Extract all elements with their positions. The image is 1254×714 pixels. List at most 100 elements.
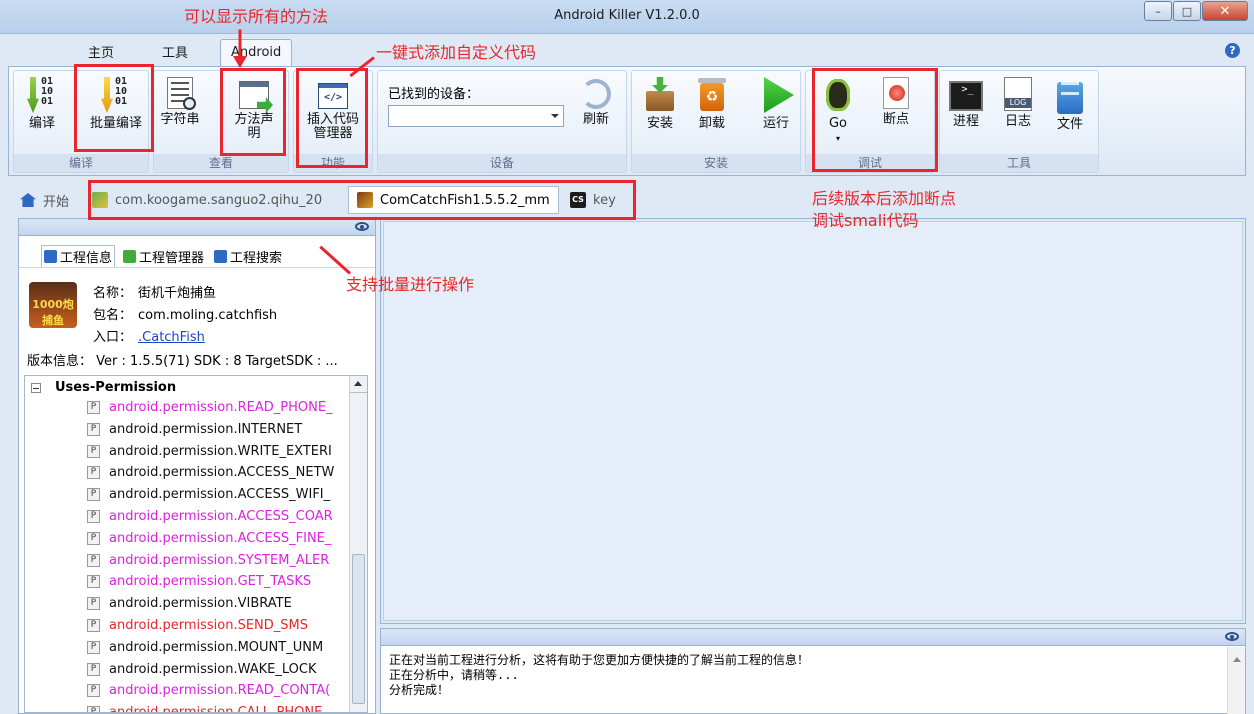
permission-item[interactable]: Pandroid.permission.ACCESS_NETW: [87, 465, 365, 480]
insert-code-manager-button[interactable]: </> 插入代码管理器: [302, 75, 364, 141]
tab-android[interactable]: Android: [220, 39, 293, 67]
strings-icon: [167, 77, 196, 110]
eye-icon[interactable]: [1225, 632, 1239, 641]
permission-item[interactable]: Pandroid.permission.SYSTEM_ALER: [87, 553, 365, 568]
compile-button[interactable]: 01 10 01 编译: [20, 75, 64, 131]
document-tab-bar: 开始 com.koogame.sanguo2.qihu_20 ComCatchF…: [8, 178, 1246, 218]
app-tab-icon: [92, 192, 108, 208]
permission-item[interactable]: Pandroid.permission.WAKE_LOCK: [87, 662, 365, 677]
tree-root-uses-permission[interactable]: Uses-Permission: [31, 380, 176, 395]
note-breakpoint-1: 后续版本后添加断点: [812, 189, 957, 208]
subtab-project-manager[interactable]: 工程管理器: [121, 245, 206, 267]
home-icon: [20, 193, 36, 207]
process-button[interactable]: >_ 进程: [944, 75, 988, 129]
found-devices-label: 已找到的设备：: [388, 87, 480, 102]
android-icon: [123, 249, 137, 263]
note-insert-code: 一键式添加自定义代码: [376, 43, 537, 62]
group-label-function: 功能: [294, 154, 372, 172]
scroll-up-icon[interactable]: [350, 376, 367, 393]
permission-item[interactable]: Pandroid.permission.INTERNET: [87, 422, 365, 437]
permission-item[interactable]: Pandroid.permission.MOUNT_UNM: [87, 640, 365, 655]
permission-item[interactable]: Pandroid.permission.ACCESS_FINE_: [87, 531, 365, 546]
permission-icon: P: [87, 597, 100, 611]
doc-tab-start[interactable]: 开始: [20, 186, 69, 214]
app-icon: 1000炮捕鱼: [29, 282, 77, 328]
permission-item[interactable]: Pandroid.permission.SEND_SMS: [87, 618, 365, 633]
batch-compile-icon: 01 10 01: [99, 77, 133, 113]
doc-tab-catchfish[interactable]: ComCatchFish1.5.5.2_mm: [348, 186, 559, 214]
subtab-project-info[interactable]: 工程信息: [41, 245, 116, 267]
help-icon[interactable]: ?: [1225, 43, 1240, 58]
note-batch-ops: 支持批量进行操作: [346, 275, 475, 294]
note-breakpoint-2: 调试smali代码: [812, 211, 919, 230]
doc-tab-sanguo[interactable]: com.koogame.sanguo2.qihu_20: [92, 186, 322, 214]
cs-file-icon: CS: [570, 192, 586, 208]
maximize-button[interactable]: □: [1173, 1, 1201, 21]
output-scrollbar[interactable]: [1227, 647, 1245, 714]
log-icon: LOG: [1004, 77, 1032, 111]
method-declaration-button[interactable]: 方法声明: [232, 75, 276, 141]
output-panel: 正在对当前工程进行分析，这将有助于您更加方便快捷的了解当前工程的信息！ 正在分析…: [380, 628, 1246, 714]
editor-area[interactable]: [383, 221, 1243, 621]
project-package-row: 包名： com.moling.catchfish: [93, 308, 278, 323]
group-function: </> 插入代码管理器 功能: [293, 70, 373, 173]
permission-item[interactable]: Pandroid.permission.READ_CONTA(: [87, 683, 365, 698]
install-button[interactable]: 安装: [638, 75, 682, 131]
group-label-view: 查看: [154, 154, 288, 172]
group-label-tools: 工具: [940, 154, 1098, 172]
log-button[interactable]: LOG 日志: [996, 75, 1040, 129]
uninstall-button[interactable]: ♻ 卸载: [690, 75, 734, 131]
permission-icon: P: [87, 575, 100, 589]
refresh-icon: [581, 79, 611, 109]
device-select[interactable]: [388, 105, 564, 127]
collapse-icon[interactable]: [31, 382, 41, 393]
breakpoint-button[interactable]: 断点: [874, 75, 918, 127]
window-controls: – □ ✕: [1143, 1, 1248, 21]
tab-home[interactable]: 主页: [88, 42, 114, 61]
permission-icon: P: [87, 662, 100, 676]
group-label-compile: 编译: [14, 154, 148, 172]
subtab-project-search[interactable]: 工程搜索: [212, 245, 284, 267]
permission-item[interactable]: Pandroid.permission.WRITE_EXTERI: [87, 444, 365, 459]
permission-item[interactable]: Pandroid.permission.CALL_PHONE: [87, 705, 365, 712]
scroll-thumb[interactable]: [352, 554, 365, 704]
batch-compile-button[interactable]: 01 10 01 批量编译: [90, 75, 142, 131]
eye-icon[interactable]: [355, 222, 369, 231]
output-log: 正在对当前工程进行分析，这将有助于您更加方便快捷的了解当前工程的信息！ 正在分析…: [389, 653, 810, 697]
refresh-button[interactable]: 刷新: [574, 75, 618, 127]
strings-button[interactable]: 字符串: [158, 75, 202, 127]
tree-scrollbar[interactable]: [349, 376, 367, 712]
permission-icon: P: [87, 444, 100, 458]
permission-item[interactable]: Pandroid.permission.VIBRATE: [87, 596, 365, 611]
group-label-install: 安装: [632, 154, 800, 172]
install-icon: [643, 77, 677, 113]
project-entry-row: 入口： .CatchFish: [93, 330, 205, 345]
compile-icon: 01 10 01: [25, 77, 59, 113]
terminal-icon: >_: [949, 81, 983, 111]
close-button[interactable]: ✕: [1202, 1, 1248, 21]
permission-item[interactable]: Pandroid.permission.ACCESS_WIFI_: [87, 487, 365, 502]
file-button[interactable]: 文件: [1048, 75, 1092, 132]
doc-tab-key[interactable]: CS key: [570, 186, 616, 214]
ribbon: 01 10 01 编译 01 10 01 批量编译 编译 字符串 方法声明 查看 </>…: [8, 66, 1246, 176]
project-info: 1000炮捕鱼 名称： 街机千炮捕鱼 包名： com.moling.catchfis…: [19, 267, 375, 369]
bug-icon: [821, 77, 855, 113]
permission-icon: P: [87, 422, 100, 436]
permission-item[interactable]: Pandroid.permission.READ_PHONE_: [87, 400, 365, 415]
entry-link[interactable]: .CatchFish: [138, 330, 205, 345]
permission-item[interactable]: Pandroid.permission.GET_TASKS: [87, 574, 365, 589]
go-debug-button[interactable]: Go ▾: [816, 75, 860, 146]
permission-icon: P: [87, 510, 100, 523]
permission-item[interactable]: Pandroid.permission.ACCESS_COAR: [87, 509, 365, 524]
recycle-icon: ♻: [695, 77, 729, 113]
project-name-row: 名称： 街机千炮捕鱼: [93, 286, 217, 301]
project-panel: 工程信息 工程管理器 工程搜索 1000炮捕鱼 名称： 街机千炮捕鱼 包名： com…: [18, 218, 376, 714]
permission-tree: Uses-Permission Pandroid.permission.READ…: [24, 375, 368, 713]
tab-tools[interactable]: 工具: [162, 42, 188, 61]
minimize-button[interactable]: –: [1144, 1, 1172, 21]
run-button[interactable]: 运行: [754, 75, 798, 131]
group-label-device: 设备: [378, 154, 626, 172]
breakpoint-icon: [883, 77, 909, 109]
permission-icon: P: [87, 640, 100, 654]
chevron-down-icon: [551, 114, 559, 118]
